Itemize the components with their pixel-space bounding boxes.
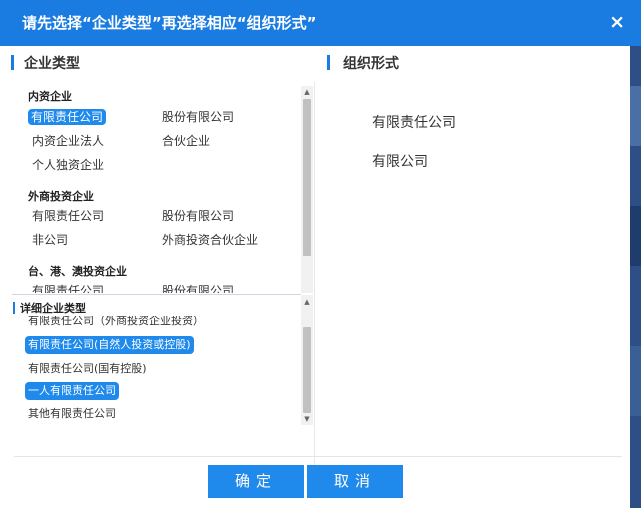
group-label: 内资企业 <box>28 90 72 103</box>
detail-option[interactable]: 其他有限责任公司 <box>25 405 119 423</box>
enterprise-type-list: 内资企业 有限责任公司 股份有限公司 内资企业法人 合伙企业 个人独资企业 外商… <box>22 83 300 293</box>
type-option[interactable]: 内资企业法人 <box>29 133 107 149</box>
type-option[interactable]: 外商投资合伙企业 <box>159 232 261 248</box>
type-list-scrollbar[interactable]: ▲ <box>301 86 313 293</box>
close-icon[interactable]: × <box>609 11 625 33</box>
group-label: 外商投资企业 <box>28 190 94 203</box>
scroll-up-icon[interactable]: ▲ <box>301 296 313 308</box>
type-option[interactable]: 有限责任公司 <box>29 208 107 224</box>
type-option[interactable]: 股份有限公司 <box>159 109 237 125</box>
org-form-option[interactable]: 有限公司 <box>372 151 428 171</box>
section-marker <box>327 55 330 70</box>
scrollbar-thumb[interactable] <box>303 99 311 256</box>
scroll-down-icon[interactable]: ▼ <box>301 413 313 425</box>
detail-type-heading: 详细企业类型 <box>20 302 86 315</box>
enterprise-type-heading: 企业类型 <box>24 56 80 72</box>
scroll-up-icon[interactable]: ▲ <box>301 86 313 98</box>
detail-list-scrollbar[interactable]: ▲ ▼ <box>301 295 313 425</box>
type-option-selected[interactable]: 有限责任公司 <box>28 109 107 125</box>
type-option[interactable]: 股份有限公司 <box>159 208 237 224</box>
column-divider <box>314 82 315 472</box>
type-option[interactable]: 股份有限公司 <box>159 283 237 293</box>
detail-type-list: 有限责任公司（外商投资企业投资） 有限责任公司(自然人投资或控股) 有限责任公司… <box>22 316 300 426</box>
detail-option-selected[interactable]: 一人有限责任公司 <box>25 382 119 400</box>
section-marker <box>13 302 15 314</box>
dialog-title: 请先选择“企业类型”再选择相应“组织形式” <box>22 14 317 32</box>
separator <box>12 294 301 295</box>
section-marker <box>11 55 14 70</box>
dialog-titlebar: 请先选择“企业类型”再选择相应“组织形式” × <box>0 0 641 46</box>
org-form-option[interactable]: 有限责任公司 <box>372 112 456 132</box>
group-label: 台、港、澳投资企业 <box>28 265 127 278</box>
type-option[interactable]: 非公司 <box>29 232 71 248</box>
background-edge <box>630 46 641 508</box>
dialog-body: 企业类型 组织形式 内资企业 有限责任公司 股份有限公司 内资企业法人 合伙企业… <box>0 46 630 508</box>
detail-option[interactable]: 有限责任公司（外商投资企业投资） <box>25 316 207 330</box>
footer-divider <box>14 456 622 457</box>
type-option[interactable]: 个人独资企业 <box>29 157 107 173</box>
confirm-button[interactable]: 确定 <box>208 465 304 498</box>
scrollbar-thumb[interactable] <box>303 327 311 413</box>
type-option[interactable]: 有限责任公司 <box>29 283 107 293</box>
cancel-button[interactable]: 取消 <box>307 465 403 498</box>
detail-option-selected[interactable]: 有限责任公司(自然人投资或控股) <box>25 336 194 354</box>
type-option[interactable]: 合伙企业 <box>159 133 213 149</box>
detail-option[interactable]: 有限责任公司(国有控股) <box>25 360 150 378</box>
org-form-heading: 组织形式 <box>343 56 399 72</box>
